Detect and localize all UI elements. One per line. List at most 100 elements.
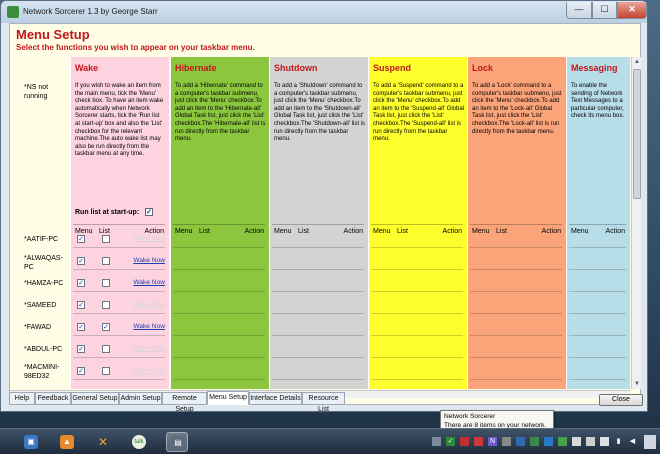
row-divider (470, 379, 562, 380)
header-list: List (99, 228, 110, 235)
row-divider (569, 335, 626, 336)
list-checkbox[interactable] (102, 235, 110, 243)
row-divider (569, 247, 626, 248)
wake-now-link[interactable]: Wake Now (133, 301, 165, 308)
suspend-column: Suspend To add a 'Suspend' command to a c… (368, 57, 467, 389)
scroll-thumb[interactable] (633, 69, 641, 199)
row-divider (73, 313, 165, 314)
scroll-up-arrow-icon[interactable]: ▲ (632, 57, 642, 67)
chat-tray-icon[interactable] (558, 437, 567, 446)
wake-now-link[interactable]: Wake Now (133, 235, 165, 242)
tab-help[interactable]: Help (9, 392, 35, 405)
list-checkbox[interactable] (102, 279, 110, 287)
tab-remote-setup[interactable]: Remote Setup (162, 392, 207, 413)
show-desktop-button[interactable] (644, 435, 656, 449)
menu-checkbox[interactable]: ✓ (77, 367, 85, 375)
header-divider (569, 224, 626, 225)
message-tray-icon[interactable] (572, 437, 581, 446)
lock-column-title: Lock (472, 63, 494, 73)
run-list-at-startup: Run list at start-up: ✓ (75, 208, 153, 216)
header-menu: Menu (274, 228, 292, 235)
taskbar-network-sorcerer[interactable]: ▤ (166, 432, 188, 452)
volume-tray-icon[interactable]: ◀ (628, 437, 637, 446)
menu-checkbox[interactable]: ✓ (77, 301, 85, 309)
row-divider (569, 269, 626, 270)
shutdown-column: Shutdown To add a 'Shutdown' command to a… (269, 57, 368, 389)
hibernate-description: To add a 'Hibernate' command to a comput… (175, 83, 266, 143)
header-menu: Menu (175, 228, 193, 235)
computer-name: *MACMINI-98ED32 (24, 364, 60, 380)
menu-checkbox[interactable]: ✓ (77, 345, 85, 353)
onenote-tray-icon[interactable]: N (488, 437, 497, 446)
tab-resource-list[interactable]: Resource List (302, 392, 345, 413)
header-divider (73, 224, 165, 225)
maximize-button[interactable]: ☐ (592, 2, 617, 19)
row-divider (371, 313, 463, 314)
header-divider (470, 224, 562, 225)
row-divider (73, 291, 165, 292)
page-subtitle: Select the functions you wish to appear … (16, 43, 255, 52)
close-window-button[interactable]: ✕ (617, 2, 647, 19)
device-tray-icon[interactable] (586, 437, 595, 446)
tab-interface-details[interactable]: Interface Details (249, 392, 302, 405)
computer-name: *SAMEED (24, 302, 57, 309)
taskbar-virtualbox[interactable]: ▣ (20, 432, 42, 452)
gtalk-icon: talk (132, 435, 146, 449)
wake-now-link[interactable]: Wake Now (133, 345, 165, 352)
wake-now-link[interactable]: Wake Now (133, 257, 165, 264)
header-action: Action (343, 228, 363, 235)
taskbar-vlc[interactable]: ▲ (56, 432, 78, 452)
row-divider (173, 247, 265, 248)
row-divider (569, 379, 626, 380)
row-divider (371, 335, 463, 336)
taskbar-gtalk[interactable]: talk (128, 432, 150, 452)
list-checkbox[interactable] (102, 345, 110, 353)
title-bar[interactable]: Network Sorcerer 1.3 by George Starr — ☐… (1, 1, 647, 23)
tab-menu-setup[interactable]: Menu Setup (207, 391, 249, 405)
close-button[interactable]: Close (599, 394, 643, 406)
menu-checkbox[interactable]: ✓ (77, 279, 85, 287)
wake-now-link[interactable]: Wake Now (133, 367, 165, 374)
list-checkbox[interactable]: ✓ (102, 323, 110, 331)
window-title: Network Sorcerer 1.3 by George Starr (23, 7, 158, 16)
wake-description: If you wish to wake an item from the mai… (75, 83, 164, 158)
network-sorcerer-tray-icon[interactable] (432, 437, 441, 446)
signal-tray-icon[interactable]: ▮ (614, 437, 623, 446)
list-checkbox[interactable] (102, 301, 110, 309)
list-checkbox[interactable] (102, 367, 110, 375)
blue-tray-icon[interactable] (544, 437, 553, 446)
menu-checkbox[interactable]: ✓ (77, 235, 85, 243)
green-tray-icon[interactable] (530, 437, 539, 446)
row-divider (569, 357, 626, 358)
tab-feedback[interactable]: Feedback (35, 392, 71, 405)
scroll-down-arrow-icon[interactable]: ▼ (632, 379, 642, 389)
app-tray-icon[interactable] (474, 437, 483, 446)
wake-now-link[interactable]: Wake Now (133, 279, 165, 286)
lock-column-header: Menu List Action (468, 228, 566, 238)
menu-checkbox[interactable]: ✓ (77, 323, 85, 331)
minimize-button[interactable]: — (566, 2, 592, 19)
run-list-checkbox[interactable]: ✓ (145, 208, 153, 216)
sync-tray-icon[interactable] (516, 437, 525, 446)
tab-general-setup[interactable]: General Setup (71, 392, 119, 405)
tray-tooltip: Network Sorcerer There are 8 items on yo… (440, 410, 554, 430)
row-divider (272, 335, 364, 336)
xsplit-icon: ✕ (97, 435, 109, 449)
taskbar-xsplit[interactable]: ✕ (92, 432, 114, 452)
row-divider (272, 357, 364, 358)
header-list: List (298, 228, 309, 235)
vertical-scrollbar[interactable]: ▲ ▼ (631, 57, 641, 389)
tool-tray-icon[interactable] (502, 437, 511, 446)
menu-checkbox[interactable]: ✓ (77, 257, 85, 265)
wake-now-link[interactable]: Wake Now (133, 323, 165, 330)
header-divider (272, 224, 364, 225)
wake-column: Wake If you wish to wake an item from the… (70, 57, 169, 389)
list-checkbox[interactable] (102, 257, 110, 265)
tab-admin-setup[interactable]: Admin Setup (119, 392, 162, 405)
row-divider (470, 291, 562, 292)
flag-tray-icon[interactable] (600, 437, 609, 446)
shield-tray-icon[interactable]: ✓ (446, 437, 455, 446)
app-icon (7, 6, 19, 18)
header-action: Action (244, 228, 264, 235)
alert-tray-icon[interactable] (460, 437, 469, 446)
